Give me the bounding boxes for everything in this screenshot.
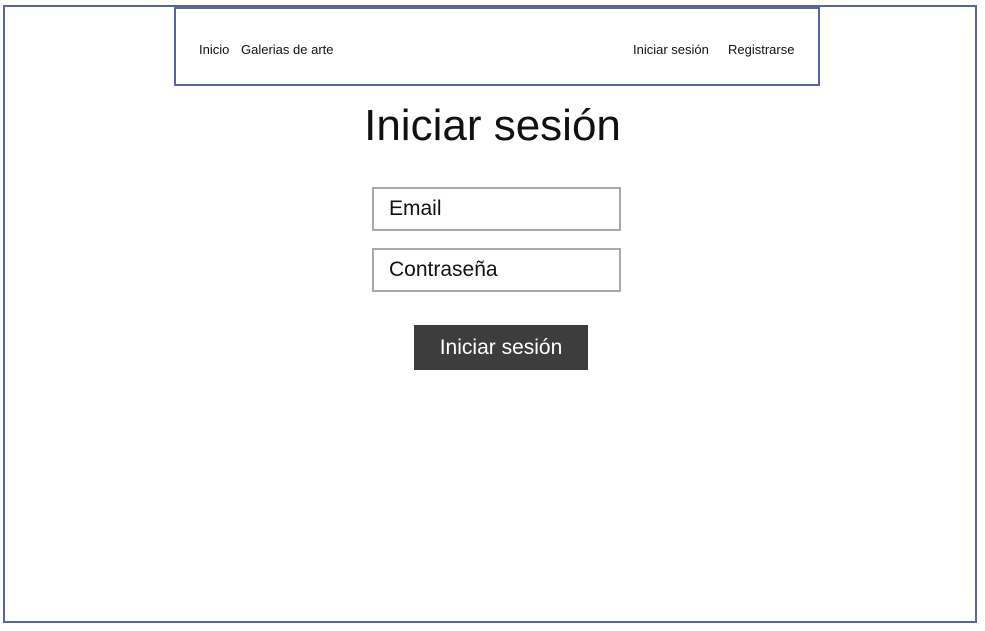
nav-link-login[interactable]: Iniciar sesión [633, 42, 709, 58]
page-title: Iniciar sesión [364, 101, 621, 150]
login-submit-button[interactable]: Iniciar sesión [414, 325, 588, 370]
password-input[interactable] [372, 248, 621, 292]
email-input[interactable] [372, 187, 621, 231]
nav-link-galerias[interactable]: Galerias de arte [241, 42, 334, 58]
top-navbar: Inicio Galerias de arte Iniciar sesión R… [174, 7, 820, 86]
nav-link-inicio[interactable]: Inicio [199, 42, 229, 58]
page-frame [3, 5, 977, 623]
nav-link-register[interactable]: Registrarse [728, 42, 794, 58]
